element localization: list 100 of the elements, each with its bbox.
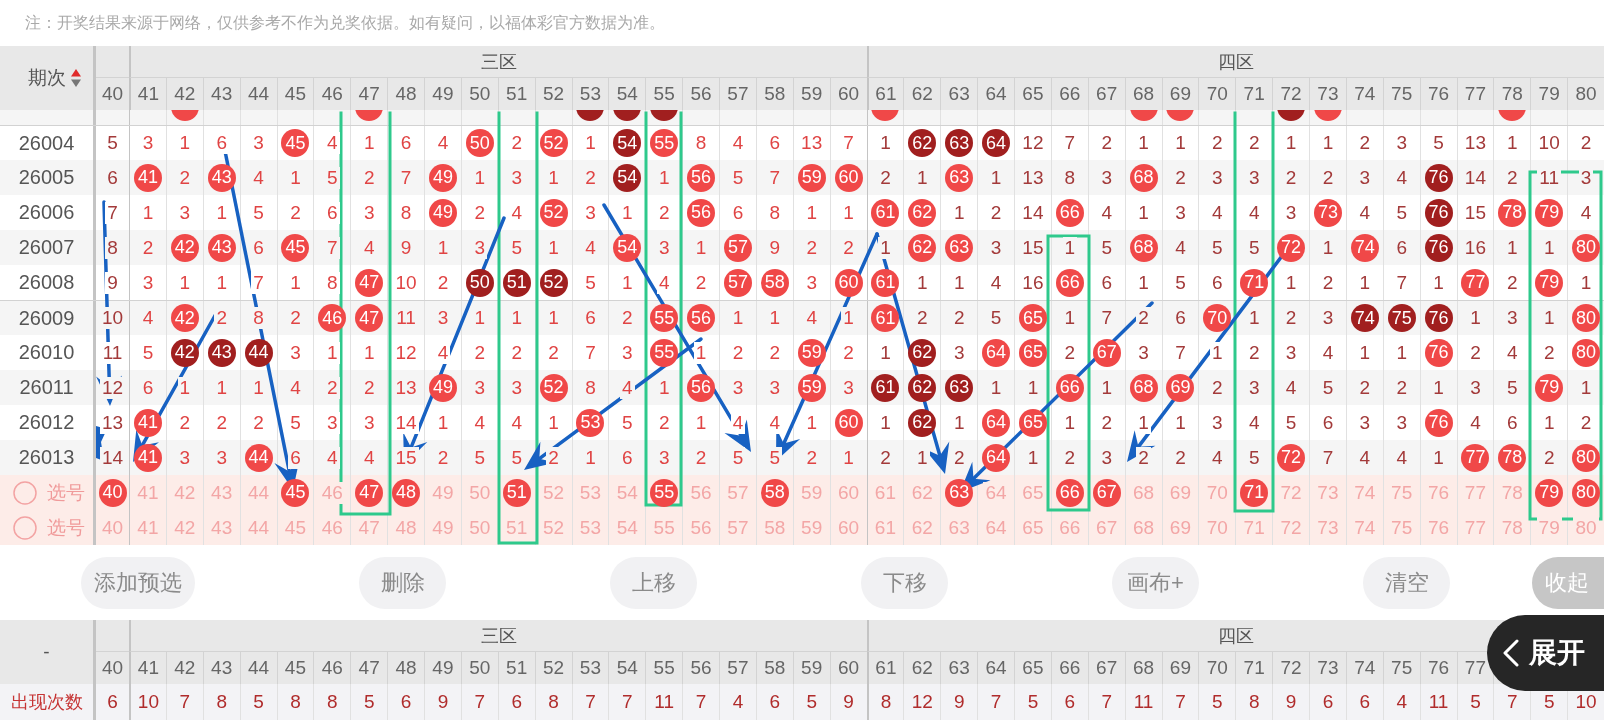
miss-count: 8 [251, 307, 266, 329]
picked-ball[interactable]: 48 [392, 478, 421, 507]
number-ball: 76 [1424, 198, 1453, 227]
number-ball: 52 [539, 268, 568, 297]
column-heading: 79 [1538, 83, 1560, 105]
count-value: 6 [107, 691, 118, 713]
number-ball: 52 [539, 129, 568, 157]
picked-ball[interactable]: 63 [945, 478, 974, 507]
picked-ball[interactable]: 47 [355, 478, 384, 507]
count-value: 9 [843, 691, 854, 713]
radio-button[interactable] [13, 480, 37, 505]
count-value: 9 [1285, 691, 1297, 713]
column-heading: 78 [1501, 83, 1523, 105]
column-heading: 57 [727, 83, 749, 105]
picked-ball[interactable]: 66 [1055, 478, 1084, 507]
period-label: 26004 [18, 131, 75, 155]
number-ball: 67 [1092, 338, 1121, 367]
number-ball: 80 [1572, 338, 1601, 367]
sort-icon[interactable] [71, 68, 81, 88]
count-value: 7 [474, 691, 486, 713]
count-value: 10 [1575, 691, 1597, 713]
count-value: 7 [179, 691, 191, 713]
column-heading: 41 [137, 657, 159, 679]
picked-ball[interactable]: 51 [502, 478, 531, 507]
number-ball: 63 [945, 373, 974, 402]
picked-ball[interactable]: 71 [1240, 478, 1269, 507]
period-label: 26005 [18, 166, 75, 189]
number-ball: 52 [539, 373, 568, 402]
number-ball: 56 [687, 198, 716, 227]
miss-count: 7 [105, 201, 120, 224]
number-ball: 71 [1240, 268, 1269, 297]
number-ball: 41 [133, 163, 162, 192]
column-heading: 47 [358, 83, 380, 105]
number-ball: 44 [244, 338, 273, 367]
column-heading: 51 [506, 657, 528, 679]
miss-count: 2 [325, 376, 340, 399]
count-value: 11 [1133, 691, 1154, 713]
period-label: 26011 [19, 376, 74, 399]
number-ball: 45 [281, 129, 310, 157]
number-ball: 76 [1424, 233, 1453, 262]
action-button[interactable]: 收起 [1532, 556, 1604, 609]
number-ball: 80 [1572, 304, 1601, 332]
count-value: 9 [953, 691, 965, 713]
count-value: 8 [548, 691, 559, 713]
picked-ball[interactable]: 79 [1535, 478, 1564, 507]
miss-count: 7 [251, 271, 266, 294]
column-heading: 64 [985, 657, 1007, 679]
action-button[interactable]: 添加预选 [81, 556, 195, 609]
number-ball: 66 [1055, 198, 1084, 227]
column-heading: 55 [653, 657, 675, 679]
number-ball: 62 [908, 408, 937, 437]
picked-ball[interactable]: 55 [650, 478, 679, 507]
number-ball: 79 [1535, 373, 1564, 402]
number-ball: 76 [1424, 338, 1453, 367]
number-ball: 62 [908, 198, 937, 227]
picked-ball[interactable]: 45 [281, 478, 310, 507]
column-heading: 67 [1096, 657, 1118, 679]
number-ball: 55 [650, 304, 679, 332]
number-ball: 51 [502, 268, 531, 297]
miss-count: 5 [325, 166, 340, 189]
count-value: 7 [585, 691, 596, 713]
expand-button[interactable]: 展开 [1487, 615, 1604, 691]
column-heading: 58 [764, 657, 786, 679]
action-button[interactable]: 删除 [359, 556, 446, 609]
miss-count: 4 [325, 446, 340, 469]
column-heading: 44 [248, 657, 270, 679]
number-ball: 72 [1277, 233, 1306, 262]
column-heading: 72 [1280, 657, 1302, 679]
number-ball: 57 [723, 233, 752, 262]
column-heading: 43 [211, 657, 233, 679]
number-ball: 75 [1387, 304, 1416, 332]
count-value: 5 [1027, 691, 1039, 713]
action-button[interactable]: 画布+ [1112, 556, 1199, 609]
zone-heading: 四区 [1218, 50, 1255, 74]
number-option[interactable]: 46 [319, 481, 345, 504]
action-button[interactable]: 清空 [1363, 556, 1450, 609]
number-ball: 56 [687, 373, 716, 402]
column-heading: 53 [579, 83, 601, 105]
picked-ball[interactable]: 58 [760, 478, 789, 507]
number-ball: 68 [1129, 233, 1158, 262]
picked-ball[interactable]: 80 [1572, 478, 1601, 507]
count-value: 8 [880, 691, 892, 713]
number-ball: 54 [613, 129, 642, 157]
number-ball: 43 [207, 233, 236, 262]
column-heading: 68 [1133, 83, 1155, 105]
number-ball: 68 [1129, 163, 1158, 192]
column-heading: 61 [875, 657, 897, 679]
column-heading: 45 [284, 83, 306, 105]
column-heading: 52 [543, 83, 565, 105]
number-ball: 47 [355, 304, 384, 332]
period-label: 26013 [18, 446, 75, 469]
column-heading: 73 [1317, 83, 1339, 105]
chevron-left-icon [1503, 639, 1519, 667]
number-ball: 49 [428, 163, 457, 192]
picked-ball[interactable]: 40 [98, 478, 127, 507]
action-button[interactable]: 上移 [610, 556, 697, 609]
action-button[interactable]: 下移 [861, 556, 948, 609]
radio-button[interactable] [13, 515, 37, 540]
pick-label: 选号 [47, 515, 85, 540]
picked-ball[interactable]: 67 [1092, 478, 1121, 507]
